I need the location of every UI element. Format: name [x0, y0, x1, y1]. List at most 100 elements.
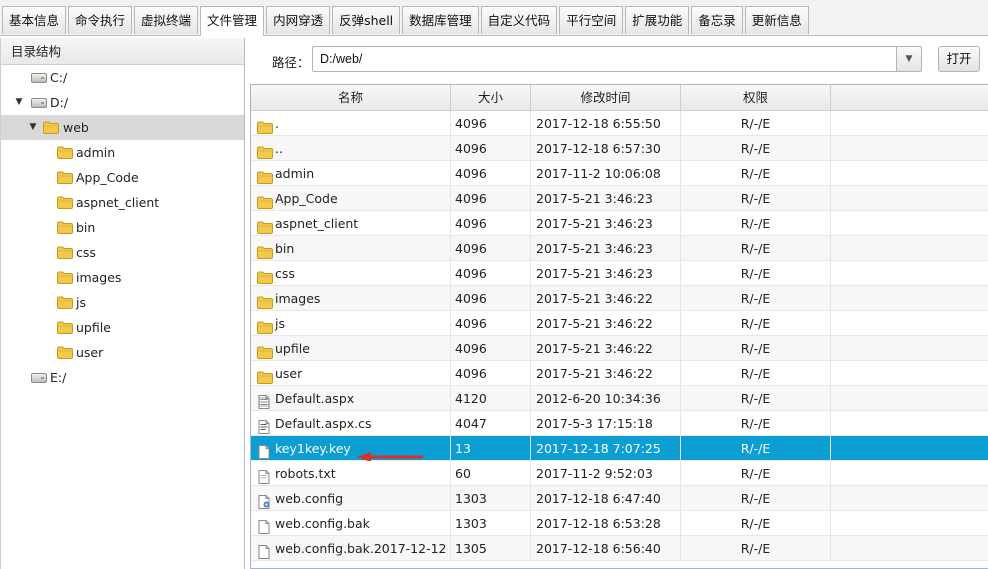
tab-6[interactable]: 数据库管理 — [402, 6, 479, 34]
table-row[interactable]: web.config 1303 2017-12-18 6:47:40 R/-/E — [251, 486, 988, 511]
tree-node-bin[interactable]: bin — [1, 215, 244, 240]
tree-node-css[interactable]: css — [1, 240, 244, 265]
table-row[interactable]: aspnet_client 4096 2017-5-21 3:46:23 R/-/E — [251, 211, 988, 236]
tab-2[interactable]: 虚拟终端 — [134, 6, 199, 34]
tab-3[interactable]: 文件管理 — [200, 6, 265, 36]
cell-mtime: 2017-12-18 6:55:50 — [531, 111, 681, 136]
column-header-filler — [831, 85, 988, 111]
file-file-icon — [257, 442, 271, 459]
tree-header: 目录结构 — [1, 38, 244, 65]
table-row[interactable]: user 4096 2017-5-21 3:46:22 R/-/E — [251, 361, 988, 386]
cell-mtime: 2017-5-21 3:46:23 — [531, 211, 681, 236]
tree-node-images[interactable]: images — [1, 265, 244, 290]
tree-node-label: admin — [76, 145, 116, 160]
tree-node-label: upfile — [76, 320, 111, 335]
cell-name: . — [251, 111, 451, 136]
tab-9[interactable]: 扩展功能 — [625, 6, 690, 34]
tab-0[interactable]: 基本信息 — [2, 6, 67, 34]
column-header-perm[interactable]: 权限 — [681, 85, 831, 111]
folder-icon — [57, 271, 73, 284]
column-header-size[interactable]: 大小 — [451, 85, 531, 111]
cell-filler — [831, 411, 988, 436]
file-name: App_Code — [275, 191, 338, 206]
cell-size: 1303 — [451, 511, 531, 536]
tab-4[interactable]: 内网穿透 — [266, 6, 331, 34]
tab-7[interactable]: 自定义代码 — [480, 6, 558, 34]
tree-node-label: web — [63, 120, 89, 135]
expand-arrow-icon[interactable]: ▼ — [13, 90, 25, 115]
expand-arrow-icon[interactable]: ▼ — [27, 115, 39, 140]
table-row[interactable]: Default.aspx 4120 2012-6-20 10:34:36 R/-/E — [251, 386, 988, 411]
cell-size: 60 — [451, 461, 531, 486]
cell-mtime: 2017-12-18 6:53:28 — [531, 511, 681, 536]
folder-icon — [57, 321, 73, 334]
cell-size: 4096 — [451, 111, 531, 136]
cell-size: 4096 — [451, 286, 531, 311]
cell-mtime: 2017-5-21 3:46:22 — [531, 286, 681, 311]
tree-node-user[interactable]: user — [1, 340, 244, 365]
column-header-name[interactable]: 名称 — [251, 85, 451, 111]
table-row[interactable]: robots.txt 60 2017-11-2 9:52:03 R/-/E — [251, 461, 988, 486]
cell-name: web.config.bak.2017-12-12 — [251, 536, 451, 561]
cell-filler — [831, 336, 988, 361]
table-row[interactable]: App_Code 4096 2017-5-21 3:46:23 R/-/E — [251, 186, 988, 211]
folder-icon — [257, 167, 273, 184]
cell-mtime: 2017-11-2 10:06:08 — [531, 161, 681, 186]
file-name: . — [275, 116, 279, 131]
cell-size: 4120 — [451, 386, 531, 411]
table-row[interactable]: key1key.key 13 2017-12-18 7:07:25 R/-/E — [251, 436, 988, 461]
table-row[interactable]: web.config.bak 1303 2017-12-18 6:53:28 R/-/… — [251, 511, 988, 536]
file-name: web.config.bak.2017-12-12 — [275, 541, 447, 556]
folder-icon — [257, 192, 273, 209]
tree-node-label: bin — [76, 220, 96, 235]
file-file-icon — [257, 542, 271, 559]
tree-node-c[interactable]: C:/ — [1, 65, 244, 90]
cell-perm: R/-/E — [681, 311, 831, 336]
table-row[interactable]: web.config.bak.2017-12-12 1305 2017-12-18 … — [251, 536, 988, 561]
cell-name: web.config.bak — [251, 511, 451, 536]
cell-size: 4096 — [451, 336, 531, 361]
tree-node-e[interactable]: E:/ — [1, 365, 244, 390]
cell-size: 1303 — [451, 486, 531, 511]
tab-list: 基本信息 命令执行 虚拟终端 文件管理 内网穿透 反弹shell 数据库管理 自定义代码 平行空… — [2, 6, 811, 36]
folder-icon — [57, 221, 73, 234]
folder-icon — [257, 367, 273, 384]
table-row[interactable]: images 4096 2017-5-21 3:46:22 R/-/E — [251, 286, 988, 311]
tree-node-js[interactable]: js — [1, 290, 244, 315]
cell-filler — [831, 461, 988, 486]
tree-node-d[interactable]: ▼ D:/ — [1, 90, 244, 115]
tab-10[interactable]: 备忘录 — [691, 6, 743, 34]
cell-mtime: 2017-5-21 3:46:23 — [531, 261, 681, 286]
table-row[interactable]: css 4096 2017-5-21 3:46:23 R/-/E — [251, 261, 988, 286]
table-row[interactable]: . 4096 2017-12-18 6:55:50 R/-/E — [251, 111, 988, 136]
table-row[interactable]: upfile 4096 2017-5-21 3:46:22 R/-/E — [251, 336, 988, 361]
table-row[interactable]: js 4096 2017-5-21 3:46:22 R/-/E — [251, 311, 988, 336]
column-header-mtime[interactable]: 修改时间 — [531, 85, 681, 111]
open-button[interactable]: 打开 — [938, 46, 980, 72]
path-dropdown-button[interactable]: ▼ — [896, 46, 922, 72]
table-row[interactable]: Default.aspx.cs 4047 2017-5-3 17:15:18 R/-/… — [251, 411, 988, 436]
tab-8[interactable]: 平行空间 — [559, 6, 624, 34]
cell-size: 4047 — [451, 411, 531, 436]
tree-node-aspnet_client[interactable]: aspnet_client — [1, 190, 244, 215]
cell-size: 1305 — [451, 536, 531, 561]
table-row[interactable]: admin 4096 2017-11-2 10:06:08 R/-/E — [251, 161, 988, 186]
tree-node-label: user — [76, 345, 104, 360]
table-row[interactable]: bin 4096 2017-5-21 3:46:23 R/-/E — [251, 236, 988, 261]
tree-node-upfile[interactable]: upfile — [1, 315, 244, 340]
cell-size: 4096 — [451, 136, 531, 161]
tree-node-web[interactable]: ▼ web — [1, 115, 244, 140]
cell-perm: R/-/E — [681, 361, 831, 386]
tree-node-app_code[interactable]: App_Code — [1, 165, 244, 190]
tab-1[interactable]: 命令执行 — [68, 6, 133, 34]
tree-node-admin[interactable]: admin — [1, 140, 244, 165]
cell-size: 4096 — [451, 161, 531, 186]
path-input[interactable]: D:/web/ — [312, 46, 902, 72]
cell-mtime: 2017-5-21 3:46:22 — [531, 361, 681, 386]
cell-perm: R/-/E — [681, 536, 831, 561]
cell-mtime: 2017-5-3 17:15:18 — [531, 411, 681, 436]
tab-11[interactable]: 更新信息 — [744, 6, 809, 34]
table-row[interactable]: .. 4096 2017-12-18 6:57:30 R/-/E — [251, 136, 988, 161]
cell-filler — [831, 361, 988, 386]
tab-5[interactable]: 反弹shell — [332, 6, 401, 34]
